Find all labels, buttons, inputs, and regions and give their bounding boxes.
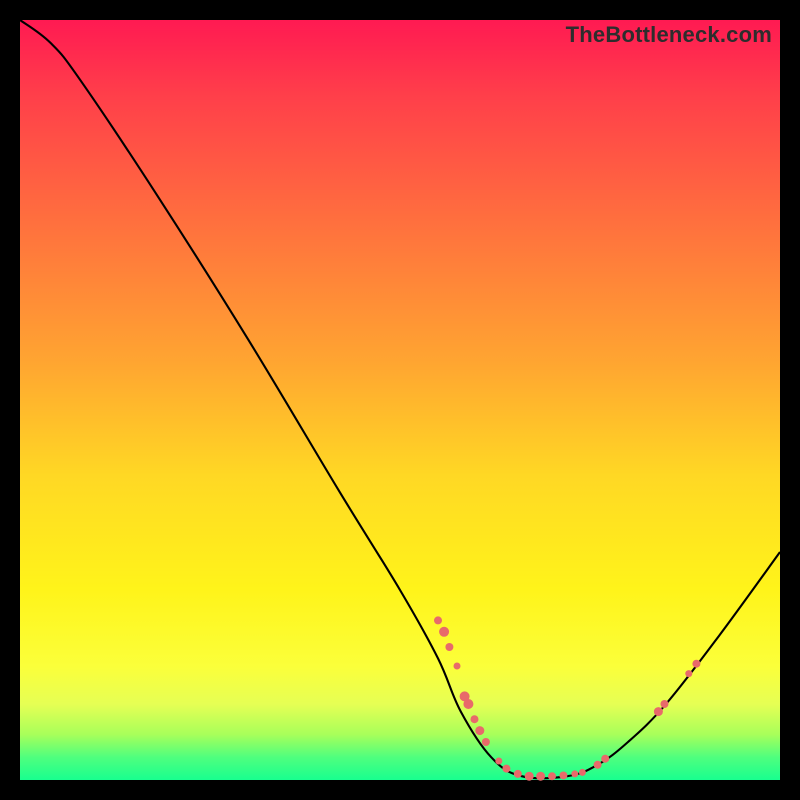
data-point	[502, 765, 510, 773]
data-point	[525, 772, 534, 781]
chart-svg	[20, 20, 780, 780]
data-point	[495, 758, 502, 765]
data-point	[470, 715, 478, 723]
data-point	[692, 660, 700, 668]
data-point	[559, 771, 567, 779]
data-point	[685, 670, 692, 677]
data-point	[482, 738, 490, 746]
data-point	[536, 772, 545, 781]
data-point	[514, 770, 522, 778]
data-point	[660, 700, 668, 708]
data-point	[548, 772, 556, 780]
data-points	[434, 616, 700, 780]
data-point	[475, 726, 484, 735]
data-point	[571, 770, 578, 777]
data-point	[434, 616, 442, 624]
data-point	[445, 643, 453, 651]
data-point	[594, 761, 602, 769]
chart-area: TheBottleneck.com	[20, 20, 780, 780]
data-point	[439, 627, 449, 637]
valley-curve	[20, 20, 780, 778]
data-point	[601, 755, 609, 763]
data-point	[654, 707, 663, 716]
data-point	[579, 769, 586, 776]
data-point	[454, 663, 461, 670]
data-point	[463, 699, 473, 709]
